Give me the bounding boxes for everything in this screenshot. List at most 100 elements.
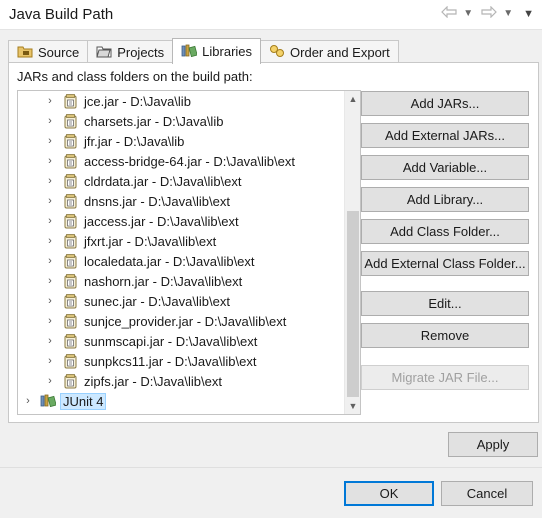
remove-button[interactable]: Remove [361, 323, 529, 348]
jar-icon [64, 233, 77, 249]
source-folder-icon [17, 44, 33, 61]
tree-item-label: JUnit 4 [60, 392, 107, 410]
expand-chevron-icon[interactable]: › [44, 135, 56, 147]
expand-chevron-icon[interactable]: › [44, 375, 56, 387]
tab-projects[interactable]: Projects [87, 40, 174, 64]
tree-item-jar[interactable]: › sunmscapi.jar - D:\Java\lib\ext [18, 331, 344, 351]
tab-order-export-label: Order and Export [290, 45, 390, 60]
add-variable-button[interactable]: Add Variable... [361, 155, 529, 180]
tab-order-export[interactable]: Order and Export [260, 40, 399, 64]
projects-folder-icon [96, 44, 112, 61]
jar-icon [64, 293, 77, 309]
jar-icon [64, 93, 77, 109]
expand-chevron-icon[interactable]: › [44, 335, 56, 347]
tree-item-jar[interactable]: › zipfs.jar - D:\Java\lib\ext [18, 371, 344, 391]
tab-source-label: Source [38, 45, 80, 60]
expand-chevron-icon[interactable]: › [44, 175, 56, 187]
jar-icon [64, 373, 77, 389]
dialog-button-bar: OK Cancel [0, 468, 542, 518]
jar-icon [64, 353, 77, 369]
back-dropdown-icon[interactable]: ▼ [463, 8, 473, 19]
jar-icon [64, 113, 77, 129]
tree-item-jar[interactable]: › jce.jar - D:\Java\lib [18, 91, 344, 111]
tree-item-jar[interactable]: › nashorn.jar - D:\Java\lib\ext [18, 271, 344, 291]
back-arrow-icon[interactable] [441, 5, 457, 21]
add-external-jars-button[interactable]: Add External JARs... [361, 123, 529, 148]
vertical-scrollbar[interactable]: ▲ ▼ [344, 91, 360, 414]
edit-button[interactable]: Edit... [361, 291, 529, 316]
jar-icon [64, 213, 77, 229]
forward-dropdown-icon[interactable]: ▼ [503, 8, 513, 19]
tree-item-jar[interactable]: › sunec.jar - D:\Java\lib\ext [18, 291, 344, 311]
libraries-icon [181, 43, 198, 60]
tree-item-label: jce.jar - D:\Java\lib [84, 93, 191, 109]
tree-item-jar[interactable]: › jfxrt.jar - D:\Java\lib\ext [18, 231, 344, 251]
jar-icon [64, 133, 77, 149]
expand-chevron-icon[interactable]: › [44, 315, 56, 327]
window-title: Java Build Path [9, 6, 114, 23]
cancel-button[interactable]: Cancel [441, 481, 533, 506]
tree-item-jar[interactable]: › dnsns.jar - D:\Java\lib\ext [18, 191, 344, 211]
jar-icon [64, 173, 77, 189]
tree-item-jar[interactable]: › localedata.jar - D:\Java\lib\ext [18, 251, 344, 271]
order-export-icon [269, 44, 285, 61]
tree-item-label: jaccess.jar - D:\Java\lib\ext [84, 213, 239, 229]
expand-chevron-icon[interactable]: › [44, 215, 56, 227]
scroll-up-icon[interactable]: ▲ [345, 91, 360, 107]
tab-libraries[interactable]: Libraries [172, 38, 262, 64]
tree-item-jar[interactable]: › sunjce_provider.jar - D:\Java\lib\ext [18, 311, 344, 331]
tab-projects-label: Projects [117, 45, 165, 60]
tree-item-label: jfxrt.jar - D:\Java\lib\ext [84, 233, 217, 249]
add-library-button[interactable]: Add Library... [361, 187, 529, 212]
tree-item-label: jfr.jar - D:\Java\lib [84, 133, 185, 149]
tab-bar: Source Projects Libraries Order and Expo… [8, 38, 399, 64]
scrollbar-thumb[interactable] [347, 211, 359, 397]
tree-item-jar[interactable]: › jaccess.jar - D:\Java\lib\ext [18, 211, 344, 231]
jar-icon [64, 333, 77, 349]
expand-chevron-icon[interactable]: › [44, 255, 56, 267]
tree-item-label: sunmscapi.jar - D:\Java\lib\ext [84, 333, 258, 349]
tree-item-label: charsets.jar - D:\Java\lib [84, 113, 224, 129]
expand-chevron-icon[interactable]: › [44, 355, 56, 367]
tree-item-label: nashorn.jar - D:\Java\lib\ext [84, 273, 243, 289]
tree-rows: › jce.jar - D:\Java\lib › charsets.jar - D:… [18, 91, 344, 411]
libraries-tree[interactable]: › jce.jar - D:\Java\lib › charsets.jar - D:… [17, 90, 361, 415]
tree-item-jar[interactable]: › access-bridge-64.jar - D:\Java\lib\ext [18, 151, 344, 171]
expand-chevron-icon[interactable]: › [22, 395, 34, 407]
title-bar: Java Build Path ▼ ▼ ▼ [0, 0, 542, 30]
add-class-folder-button[interactable]: Add Class Folder... [361, 219, 529, 244]
expand-chevron-icon[interactable]: › [44, 275, 56, 287]
tree-item-jar[interactable]: › charsets.jar - D:\Java\lib [18, 111, 344, 131]
add-external-class-folder-button[interactable]: Add External Class Folder... [361, 251, 529, 276]
tab-source[interactable]: Source [8, 40, 89, 64]
expand-chevron-icon[interactable]: › [44, 115, 56, 127]
view-menu-icon[interactable]: ▼ [523, 8, 534, 20]
jar-icon [64, 253, 77, 269]
tree-item-jar[interactable]: › sunpkcs11.jar - D:\Java\lib\ext [18, 351, 344, 371]
add-jars-button[interactable]: Add JARs... [361, 91, 529, 116]
tree-item-label: sunpkcs11.jar - D:\Java\lib\ext [84, 353, 257, 369]
tree-item-label: dnsns.jar - D:\Java\lib\ext [84, 193, 230, 209]
tree-item-junit[interactable]: › JUnit 4 [18, 391, 344, 411]
tree-item-label: zipfs.jar - D:\Java\lib\ext [84, 373, 222, 389]
scroll-down-icon[interactable]: ▼ [345, 398, 360, 414]
history-nav: ▼ ▼ ▼ [441, 5, 534, 21]
migrate-jar-button[interactable]: Migrate JAR File... [361, 365, 529, 390]
expand-chevron-icon[interactable]: › [44, 155, 56, 167]
tree-item-jar[interactable]: › cldrdata.jar - D:\Java\lib\ext [18, 171, 344, 191]
libraries-panel: JARs and class folders on the build path… [8, 62, 539, 423]
tab-libraries-label: Libraries [202, 44, 253, 59]
expand-chevron-icon[interactable]: › [44, 235, 56, 247]
tree-item-label: cldrdata.jar - D:\Java\lib\ext [84, 173, 242, 189]
tree-item-label: localedata.jar - D:\Java\lib\ext [84, 253, 255, 269]
tree-item-jar[interactable]: › jfr.jar - D:\Java\lib [18, 131, 344, 151]
forward-arrow-icon[interactable] [481, 5, 498, 21]
expand-chevron-icon[interactable]: › [44, 95, 56, 107]
expand-chevron-icon[interactable]: › [44, 295, 56, 307]
apply-button[interactable]: Apply [448, 432, 538, 457]
expand-chevron-icon[interactable]: › [44, 195, 56, 207]
ok-button[interactable]: OK [344, 481, 434, 506]
tree-item-label: sunjce_provider.jar - D:\Java\lib\ext [84, 313, 287, 329]
jar-icon [64, 153, 77, 169]
jar-icon [64, 313, 77, 329]
